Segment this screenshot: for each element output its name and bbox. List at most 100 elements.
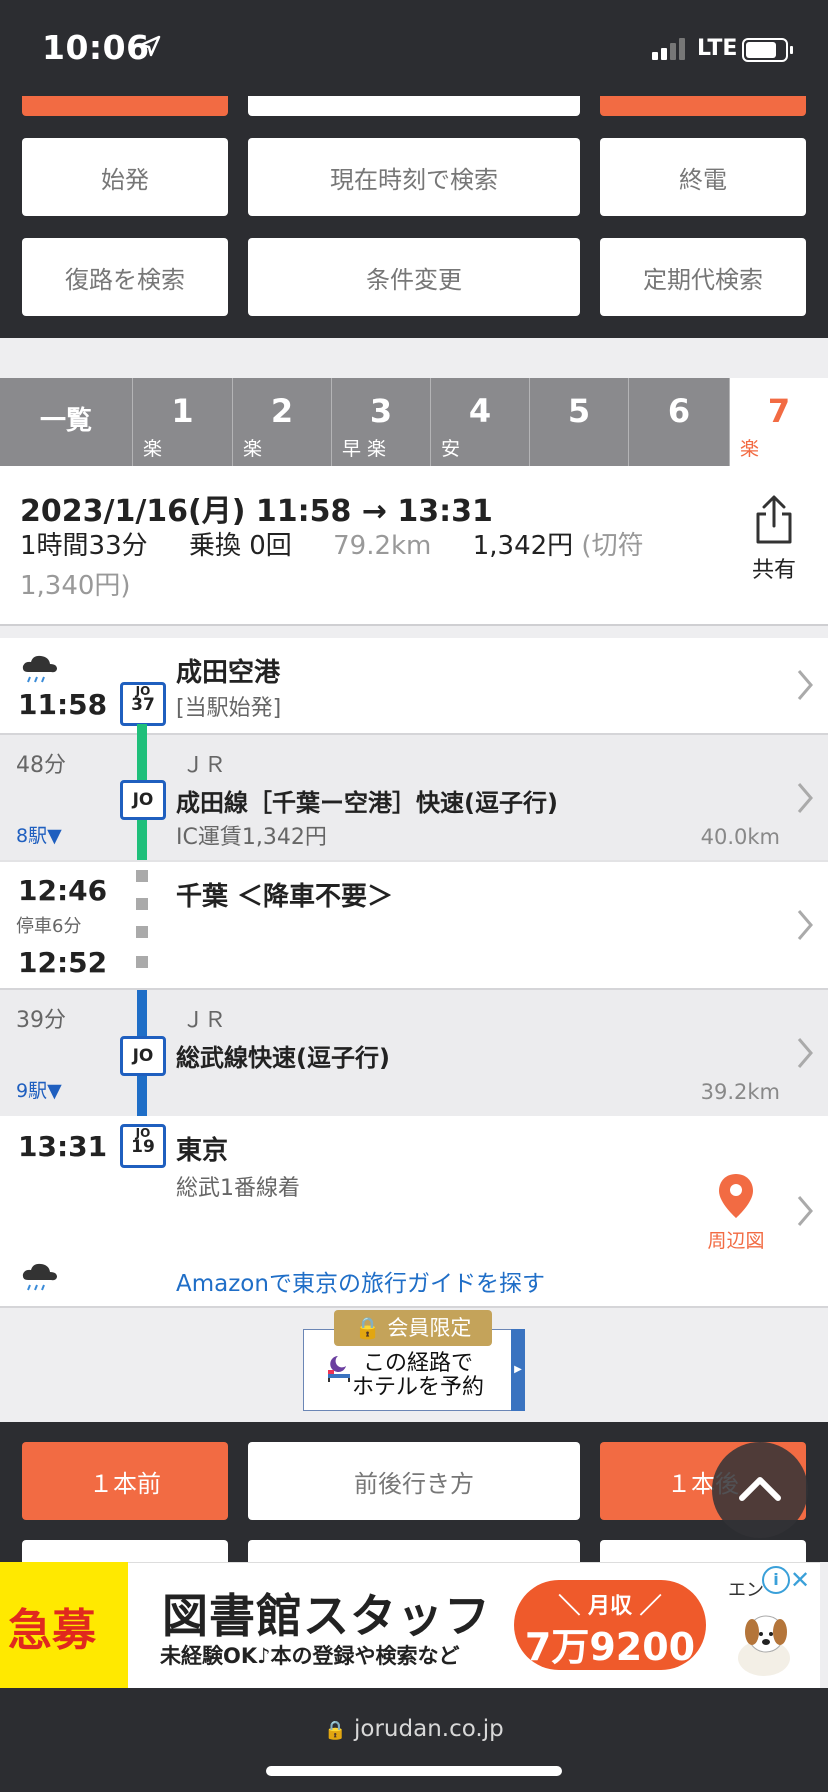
nearby-map-label: 周辺図	[707, 1230, 765, 1252]
ad-brand: エン	[728, 1580, 764, 1601]
origin-note: [当駅始発]	[176, 696, 282, 721]
origin-station-name: 成田空港	[176, 658, 281, 688]
around-routes-button[interactable]: 前後行き方	[248, 1442, 580, 1520]
station-code-badge-origin: JO 37	[120, 682, 166, 726]
battery-icon	[742, 38, 793, 62]
status-time: 10:06	[42, 28, 150, 67]
hotel-text: この経路で ホテルを予約	[352, 1351, 485, 1400]
partial-button[interactable]	[22, 1540, 228, 1562]
lock-icon: 🔒	[324, 1720, 347, 1741]
wait-dot	[136, 898, 148, 910]
segment-1-line-name: 成田線［千葉ー空港］快速(逗子行)	[176, 789, 558, 817]
origin-time: 11:58	[18, 688, 108, 721]
transfer-station-name: 千葉 ＜降車不要＞	[176, 882, 394, 912]
url-text: jorudan.co.jp	[354, 1716, 504, 1742]
wait-dot	[136, 926, 148, 938]
partial-button[interactable]	[248, 1540, 580, 1562]
first-train-button[interactable]: 始発	[22, 138, 228, 216]
previous-train-button[interactable]: １本前	[22, 1442, 228, 1520]
destination-station-name: 東京	[176, 1136, 229, 1166]
partial-orange-button-right[interactable]	[600, 96, 806, 116]
ad-title: 図書館スタッフ	[162, 1589, 491, 1643]
route-duration: 1時間33分	[20, 531, 148, 561]
change-conditions-button[interactable]: 条件変更	[248, 238, 580, 316]
transfer-station-row[interactable]: 12:46 停車6分 12:52 千葉 ＜降車不要＞	[0, 862, 828, 988]
line-badge-segment-1: JO	[120, 780, 166, 820]
route-distance: 79.2km	[333, 531, 432, 561]
partial-white-button[interactable]	[248, 96, 580, 116]
route-stats: 1時間33分 乗換 0回 79.2km 1,342円 (切符1,340円)	[20, 526, 660, 606]
partial-button[interactable]	[600, 1540, 806, 1562]
station-code-badge-destination: JO 19	[120, 1124, 166, 1168]
dog-mascot-icon	[738, 1615, 790, 1676]
commuter-pass-button[interactable]: 定期代検索	[600, 238, 806, 316]
transfer-depart-time: 12:52	[18, 946, 108, 979]
segment-2-company: ＪＲ	[182, 1008, 227, 1033]
lock-icon: 🔒	[354, 1316, 381, 1340]
tab-route-7[interactable]: 7楽	[730, 378, 828, 466]
segment-2-stops-toggle[interactable]: 9駅▼	[16, 1076, 62, 1103]
segment-1-fare: IC運賃1,342円	[176, 825, 327, 850]
hotel-arrow: ▶	[511, 1329, 525, 1411]
share-button[interactable]: 共有	[752, 494, 796, 584]
bed-moon-icon	[328, 1356, 350, 1382]
destination-time: 13:31	[18, 1130, 108, 1163]
url-field[interactable]: 🔒 jorudan.co.jp	[0, 1716, 828, 1742]
ad-subtitle: 未経験OK♪本の登録や検索など	[160, 1644, 460, 1668]
return-route-button[interactable]: 復路を検索	[22, 238, 228, 316]
ad-info-icon[interactable]: i	[762, 1566, 790, 1594]
last-train-button[interactable]: 終電	[600, 138, 806, 216]
map-pin-icon	[719, 1174, 753, 1218]
tab-route-2[interactable]: 2楽	[233, 378, 332, 466]
cloud-rain-icon	[22, 1263, 57, 1291]
ad-salary-pill: ＼ 月収 ／ 7万9200円	[514, 1580, 706, 1724]
wait-dot	[136, 956, 148, 968]
nearby-map-button[interactable]: 周辺図	[700, 1172, 772, 1253]
bottom-controls: １本前 前後行き方 １本後	[0, 1422, 828, 1562]
network-type: LTE	[697, 36, 738, 61]
route-fare: 1,342円	[472, 531, 574, 561]
segment-2-duration: 39分	[16, 1008, 66, 1033]
ad-urgent-label: 急募	[8, 1605, 96, 1656]
destination-platform: 総武1番線着	[176, 1176, 300, 1201]
amazon-guide-link[interactable]: Amazonで東京の旅行ガイドを探す	[176, 1264, 545, 1298]
cloud-rain-icon	[22, 655, 57, 683]
chevron-right-icon	[797, 1196, 813, 1226]
signal-icon	[652, 38, 685, 60]
ad-close-icon[interactable]: ✕	[790, 1566, 810, 1594]
segment-1-distance: 40.0km	[700, 825, 780, 849]
segment-2-distance: 39.2km	[700, 1080, 780, 1104]
chevron-right-icon	[797, 670, 813, 700]
partial-orange-button-left[interactable]	[22, 96, 228, 116]
search-now-button[interactable]: 現在時刻で検索	[248, 138, 580, 216]
tab-route-6[interactable]: 6	[629, 378, 730, 466]
share-icon	[756, 495, 792, 544]
tab-route-4[interactable]: 4安	[431, 378, 530, 466]
route-datetime: 2023/1/16(月) 11:58 → 13:31	[20, 494, 493, 529]
chevron-up-icon	[739, 1477, 781, 1501]
segment-1-stops-toggle[interactable]: 8駅▼	[16, 821, 62, 848]
share-label: 共有	[752, 558, 797, 583]
home-indicator[interactable]	[266, 1766, 562, 1776]
tab-route-1[interactable]: 1楽	[133, 378, 233, 466]
segment-1-duration: 48分	[16, 753, 66, 778]
segment-2-line-name: 総武線快速(逗子行)	[176, 1044, 390, 1072]
route-transfers: 乗換 0回	[188, 531, 292, 561]
member-only-badge: 🔒 会員限定	[334, 1310, 492, 1346]
transfer-arrive-time: 12:46	[18, 874, 108, 907]
tab-route-3[interactable]: 3早 楽	[332, 378, 431, 466]
location-arrow-icon	[139, 35, 161, 57]
wait-dot	[136, 870, 148, 882]
tab-list[interactable]: 一覧	[0, 378, 133, 466]
line-badge-segment-2: JO	[120, 1036, 166, 1076]
search-controls: 始発 現在時刻で検索 終電 復路を検索 条件変更 定期代検索	[0, 96, 828, 338]
chevron-right-icon	[797, 1038, 813, 1068]
segment-1-company: ＪＲ	[182, 753, 227, 778]
tab-route-5[interactable]: 5	[530, 378, 629, 466]
transfer-stop-note: 停車6分	[16, 916, 82, 937]
chevron-right-icon	[797, 910, 813, 940]
chevron-right-icon	[797, 783, 813, 813]
scroll-to-top-button[interactable]	[712, 1442, 808, 1538]
route-summary: 2023/1/16(月) 11:58 → 13:31 1時間33分 乗換 0回 …	[0, 466, 828, 626]
route-tabs: 一覧 1楽 2楽 3早 楽 4安 5 6 7楽	[0, 378, 828, 466]
